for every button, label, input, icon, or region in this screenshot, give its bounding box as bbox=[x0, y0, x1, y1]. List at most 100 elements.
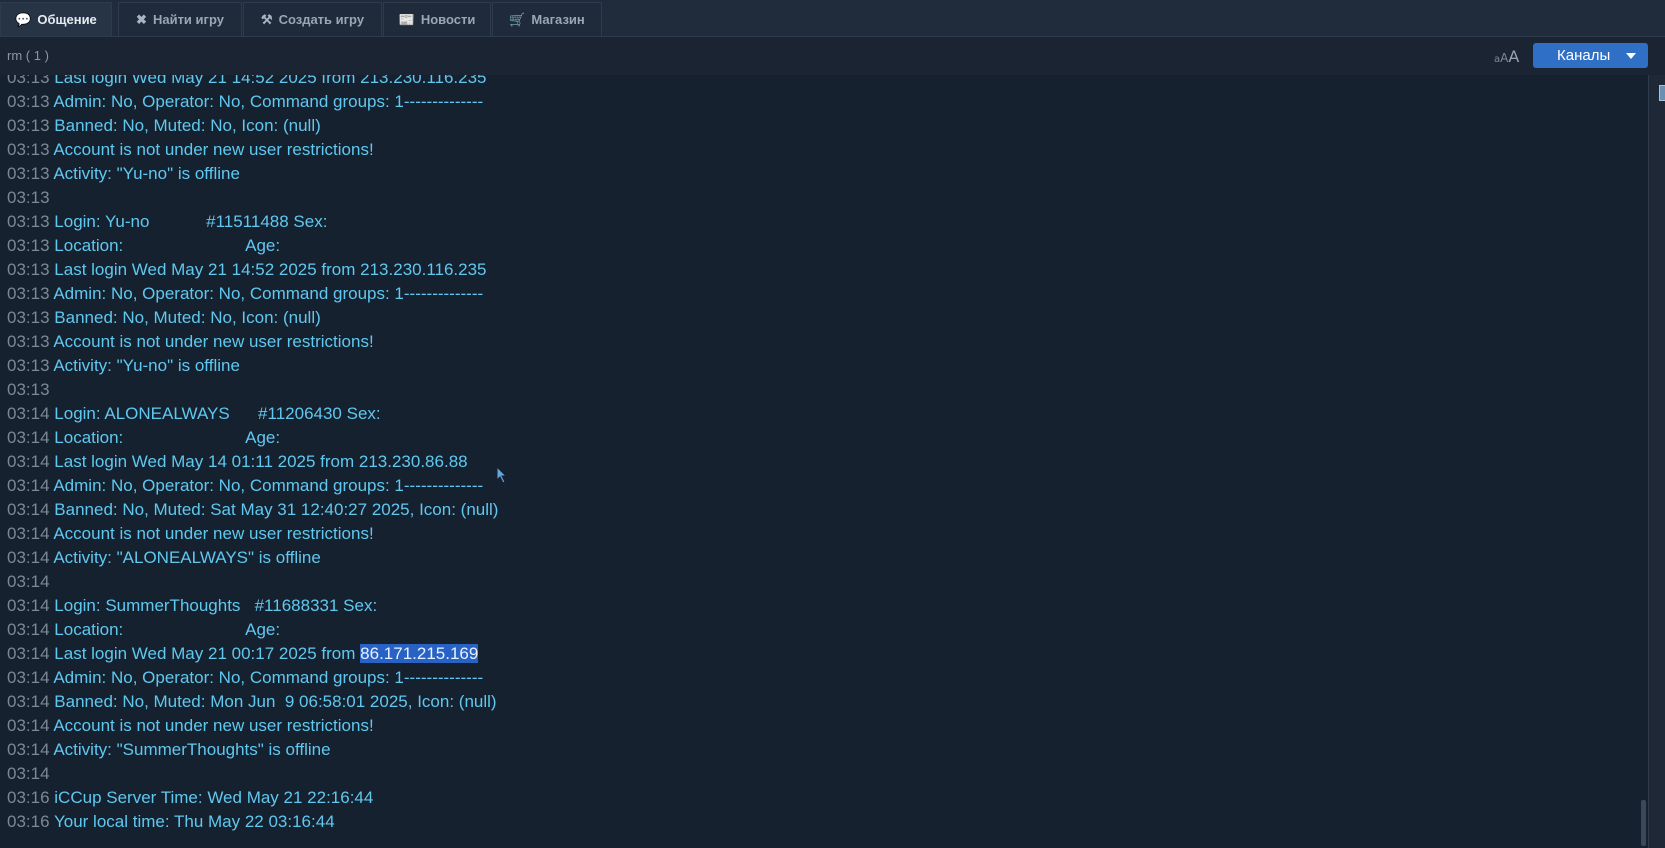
chat-message: Activity: "ALONEALWAYS" is offline bbox=[53, 548, 321, 567]
chat-message: Last login Wed May 21 14:52 2025 from 21… bbox=[54, 75, 487, 87]
chat-timestamp: 03:13 bbox=[7, 116, 50, 135]
chat-message: Banned: No, Muted: No, Icon: (null) bbox=[54, 116, 321, 135]
tab-create-game[interactable]: ⚒ Создать игру bbox=[243, 2, 382, 36]
chat-timestamp: 03:13 bbox=[7, 308, 50, 327]
chat-line: 03:16 iCCup Server Time: Wed May 21 22:1… bbox=[7, 786, 498, 810]
chat-timestamp: 03:16 bbox=[7, 788, 50, 807]
chat-message: Login: ALONEALWAYS #11206430 Sex: bbox=[54, 404, 381, 423]
chat-timestamp: 03:13 bbox=[7, 140, 50, 159]
chat-message: Login: Yu-no #11511488 Sex: bbox=[54, 212, 328, 231]
chat-timestamp: 03:14 bbox=[7, 764, 50, 783]
chat-timestamp: 03:13 bbox=[7, 380, 50, 399]
tab-news[interactable]: 📰 Новости bbox=[383, 2, 491, 36]
chat-timestamp: 03:14 bbox=[7, 740, 50, 759]
chat-timestamp: 03:13 bbox=[7, 236, 50, 255]
tab-label: Общение bbox=[37, 12, 97, 27]
chat-timestamp: 03:14 bbox=[7, 404, 50, 423]
chat-timestamp: 03:14 bbox=[7, 452, 50, 471]
chat-timestamp: 03:14 bbox=[7, 524, 50, 543]
tab-find-game[interactable]: ✖ Найти игру bbox=[118, 2, 242, 36]
room-name: rm bbox=[7, 48, 23, 63]
chat-bubble-icon: 💬 bbox=[15, 11, 32, 27]
chat-message: Admin: No, Operator: No, Command groups:… bbox=[53, 476, 484, 495]
chat-message: Banned: No, Muted: Sat May 31 12:40:27 2… bbox=[54, 500, 499, 519]
chat-line: 03:14 Login: ALONEALWAYS #11206430 Sex: bbox=[7, 402, 498, 426]
tab-bar: 💬 Общение ✖ Найти игру ⚒ Создать игру 📰 … bbox=[0, 0, 1665, 37]
chat-timestamp: 03:14 bbox=[7, 548, 50, 567]
chat-line: 03:13 Banned: No, Muted: No, Icon: (null… bbox=[7, 306, 498, 330]
chat-timestamp: 03:14 bbox=[7, 716, 50, 735]
font-size-control[interactable]: aAA bbox=[1494, 47, 1519, 66]
chat-message: Last login Wed May 21 00:17 2025 from bbox=[54, 644, 361, 663]
chat-line: 03:14 Account is not under new user rest… bbox=[7, 714, 498, 738]
tab-label: Магазин bbox=[531, 12, 585, 27]
chat-line: 03:13 bbox=[7, 378, 498, 402]
right-panel-edge bbox=[1648, 75, 1665, 848]
tab-chat[interactable]: 💬 Общение bbox=[0, 2, 112, 36]
tab-label: Новости bbox=[420, 12, 476, 27]
chat-line: 03:13 Login: Yu-no #11511488 Sex: bbox=[7, 210, 498, 234]
chat-line: 03:13 Location: Age: bbox=[7, 234, 498, 258]
news-icon: 📰 bbox=[398, 11, 415, 27]
chat-message: Admin: No, Operator: No, Command groups:… bbox=[53, 284, 484, 303]
chat-message: Account is not under new user restrictio… bbox=[53, 524, 374, 543]
chat-message: Location: Age: bbox=[54, 236, 281, 255]
chat-message: Account is not under new user restrictio… bbox=[53, 716, 374, 735]
chat-line: 03:13 Account is not under new user rest… bbox=[7, 138, 498, 162]
chat-line: 03:14 Admin: No, Operator: No, Command g… bbox=[7, 474, 498, 498]
chat-message: Location: Age: bbox=[54, 620, 281, 639]
crossed-swords-icon: ✖ bbox=[136, 11, 147, 27]
chat-line: 03:13 Last login Wed May 21 14:52 2025 f… bbox=[7, 258, 498, 282]
chat-message: Location: Age: bbox=[54, 428, 281, 447]
chat-message: Activity: "SummerThoughts" is offline bbox=[53, 740, 331, 759]
chat-timestamp: 03:16 bbox=[7, 812, 50, 831]
chat-message: Banned: No, Muted: No, Icon: (null) bbox=[54, 308, 321, 327]
chat-line: 03:14 bbox=[7, 570, 498, 594]
chat-line: 03:14 Location: Age: bbox=[7, 618, 498, 642]
chat-scrollbar-thumb[interactable] bbox=[1641, 800, 1646, 846]
chat-line: 03:13 Admin: No, Operator: No, Command g… bbox=[7, 90, 498, 114]
caret-down-icon bbox=[1626, 53, 1636, 59]
chat-line: 03:14 Activity: "SummerThoughts" is offl… bbox=[7, 738, 498, 762]
chat-timestamp: 03:13 bbox=[7, 284, 50, 303]
chat-message: Your local time: Thu May 22 03:16:44 bbox=[53, 812, 335, 831]
chat-message: Activity: "Yu-no" is offline bbox=[53, 356, 240, 375]
chat-message: Admin: No, Operator: No, Command groups:… bbox=[53, 668, 484, 687]
chat-message: Login: SummerThoughts #11688331 Sex: bbox=[54, 596, 378, 615]
tab-shop[interactable]: 🛒 Магазин bbox=[492, 2, 602, 36]
room-header: rm ( 1 ) aAA Каналы bbox=[0, 37, 1665, 75]
chat-line: 03:13 Banned: No, Muted: No, Icon: (null… bbox=[7, 114, 498, 138]
chat-message: Last login Wed May 14 01:11 2025 from 21… bbox=[54, 452, 468, 471]
chat-line: 03:16 Your local time: Thu May 22 03:16:… bbox=[7, 810, 498, 834]
chat-line: 03:13 bbox=[7, 186, 498, 210]
room-user-count: ( 1 ) bbox=[25, 48, 49, 63]
cart-icon: 🛒 bbox=[509, 11, 526, 27]
chat-timestamp: 03:14 bbox=[7, 644, 50, 663]
chat-message: Account is not under new user restrictio… bbox=[53, 140, 374, 159]
chat-message: Admin: No, Operator: No, Command groups:… bbox=[53, 92, 484, 111]
chat-timestamp: 03:14 bbox=[7, 668, 50, 687]
chat-line: 03:13 Admin: No, Operator: No, Command g… bbox=[7, 282, 498, 306]
mouse-pointer-icon bbox=[496, 466, 508, 484]
tab-label: Найти игру bbox=[152, 12, 224, 27]
channels-dropdown-button[interactable]: Каналы bbox=[1533, 43, 1648, 68]
chat-timestamp: 03:13 bbox=[7, 356, 50, 375]
chat-timestamp: 03:13 bbox=[7, 164, 50, 183]
chat-timestamp: 03:14 bbox=[7, 692, 50, 711]
chat-log[interactable]: 03:13 Last login Wed May 21 14:52 2025 f… bbox=[0, 75, 1648, 848]
chat-line: 03:14 Location: Age: bbox=[7, 426, 498, 450]
panel-toggle-icon[interactable] bbox=[1659, 85, 1665, 101]
tab-label: Создать игру bbox=[278, 12, 365, 27]
room-label: rm ( 1 ) bbox=[7, 48, 49, 63]
chat-timestamp: 03:14 bbox=[7, 500, 50, 519]
font-size-large[interactable]: A bbox=[1508, 47, 1519, 66]
chat-line: 03:13 Last login Wed May 21 14:52 2025 f… bbox=[7, 75, 498, 90]
chat-timestamp: 03:14 bbox=[7, 476, 50, 495]
chat-line: 03:14 Banned: No, Muted: Mon Jun 9 06:58… bbox=[7, 690, 498, 714]
chat-timestamp: 03:13 bbox=[7, 212, 50, 231]
chat-line: 03:14 Last login Wed May 21 00:17 2025 f… bbox=[7, 642, 498, 666]
chat-timestamp: 03:14 bbox=[7, 428, 50, 447]
selected-text[interactable]: 86.171.215.169 bbox=[360, 644, 479, 663]
chat-line: 03:13 Activity: "Yu-no" is offline bbox=[7, 354, 498, 378]
chat-line: 03:14 Admin: No, Operator: No, Command g… bbox=[7, 666, 498, 690]
